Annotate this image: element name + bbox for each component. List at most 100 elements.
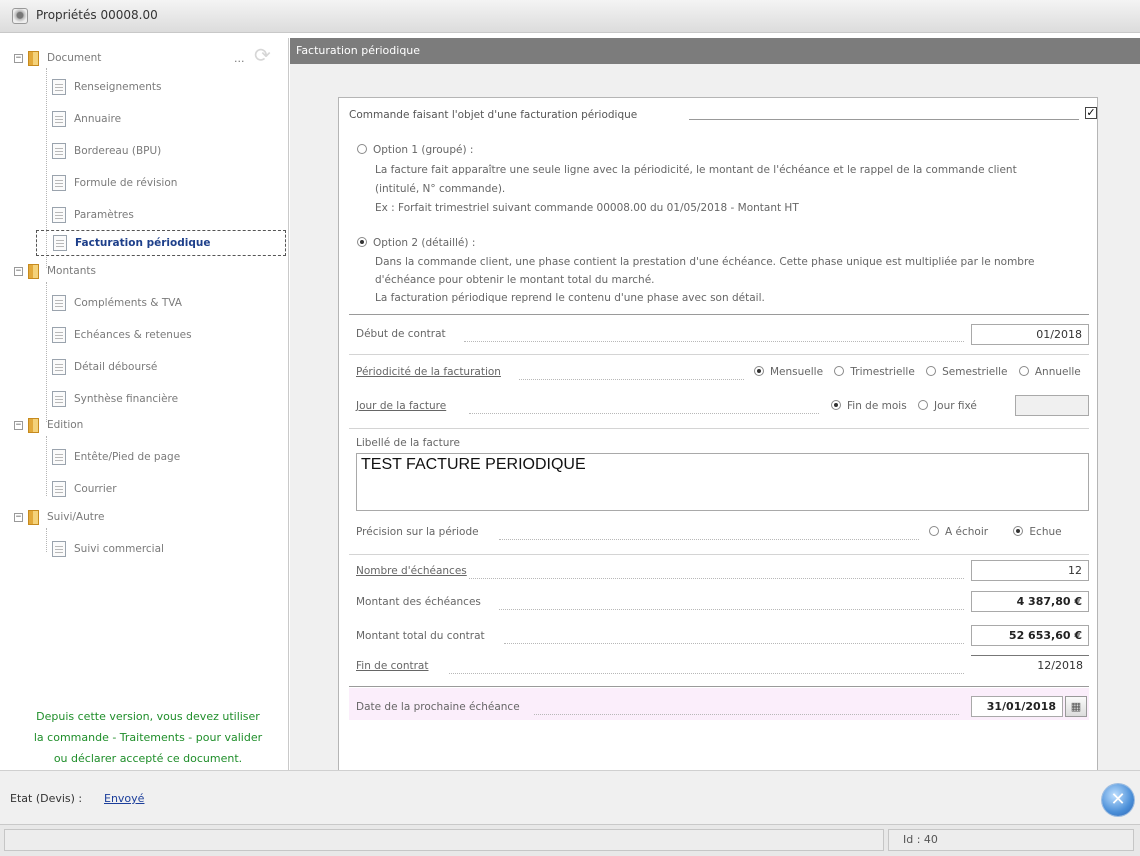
jour-fixe-radio[interactable]: Jour fixé: [918, 400, 977, 412]
nb-echeances-field[interactable]: 12: [971, 560, 1089, 581]
montant-echeances-label: Montant des échéances: [356, 596, 481, 608]
montant-echeances-field[interactable]: 4 387,80 €: [971, 591, 1089, 612]
option1-desc: La facture fait apparaître une seule lig…: [375, 164, 1017, 176]
option2-radio[interactable]: Option 2 (détaillé) :: [357, 237, 475, 249]
libelle-textarea[interactable]: TEST FACTURE PERIODIQUE: [356, 453, 1089, 511]
tree-item-courrier[interactable]: Courrier: [52, 478, 117, 500]
status-bar: Etat (Devis) : Envoyé: [0, 770, 1140, 825]
radio-label: Semestrielle: [942, 366, 1008, 378]
radio-label: A échoir: [945, 526, 989, 538]
periodicite-semestrielle-radio[interactable]: Semestrielle: [926, 366, 1008, 378]
version-notice: Depuis cette version, vous devez utilise…: [8, 706, 288, 769]
radio-label: Fin de mois: [847, 400, 907, 412]
tree-item-label: Bordereau (BPU): [74, 145, 162, 157]
tree-item-parametres[interactable]: Paramètres: [52, 204, 134, 226]
document-icon: [52, 295, 66, 311]
status-link[interactable]: Envoyé: [104, 792, 144, 805]
notice-line: la commande - Traitements - pour valider: [33, 731, 263, 744]
collapse-icon[interactable]: −: [14, 266, 23, 276]
option2-desc: La facturation périodique reprend le con…: [375, 292, 765, 304]
radio-label: Annuelle: [1034, 366, 1081, 378]
tree-item-detail-debourse[interactable]: Détail déboursé: [52, 356, 157, 378]
document-icon: [52, 541, 66, 557]
radio-icon: [831, 400, 841, 410]
tree-group-edition[interactable]: − Edition: [14, 414, 83, 436]
fin-contrat-label: Fin de contrat: [356, 660, 429, 672]
tree-group-label: Document: [47, 52, 102, 64]
debut-contrat-field[interactable]: 01/2018: [971, 324, 1089, 345]
libelle-label: Libellé de la facture: [356, 437, 460, 449]
fin-contrat-field: 12/2018: [971, 655, 1089, 676]
tree-item-complements-tva[interactable]: Compléments & TVA: [52, 292, 182, 314]
tree-item-label: Suivi commercial: [74, 543, 164, 555]
fin-de-mois-radio[interactable]: Fin de mois: [831, 400, 907, 412]
refresh-icon[interactable]: ⟳: [254, 44, 276, 66]
tree-item-label: Formule de révision: [74, 177, 178, 189]
divider: [349, 686, 1089, 687]
footer-cell: [4, 829, 884, 851]
tree-item-renseignements[interactable]: Renseignements: [52, 76, 162, 98]
leader-dots: [534, 714, 959, 715]
leader-dots: [464, 341, 964, 342]
section-header-title: Facturation périodique: [296, 44, 421, 57]
calendar-icon[interactable]: ▦: [1065, 696, 1087, 717]
tree-group-montants[interactable]: − Montants: [14, 260, 96, 282]
jour-fixe-field[interactable]: [1015, 395, 1089, 416]
divider: [349, 554, 1089, 555]
document-icon: [52, 481, 66, 497]
window-titlebar: Propriétés 00008.00: [0, 0, 1140, 33]
tree-item-echeances-retenues[interactable]: Echéances & retenues: [52, 324, 192, 346]
prochaine-echeance-field[interactable]: 31/01/2018: [971, 696, 1063, 717]
tree-group-label: Montants: [47, 265, 96, 277]
collapse-icon[interactable]: −: [14, 53, 23, 63]
document-icon: [52, 175, 66, 191]
document-icon: [52, 143, 66, 159]
option1-desc: (intitulé, N° commande).: [375, 183, 506, 195]
tree-group-suivi-autre[interactable]: − Suivi/Autre: [14, 506, 104, 528]
echue-radio[interactable]: Echue: [1013, 526, 1062, 538]
collapse-icon[interactable]: −: [14, 420, 23, 430]
collapse-icon[interactable]: −: [14, 512, 23, 522]
close-icon[interactable]: ✕: [1102, 784, 1134, 816]
precision-label: Précision sur la période: [356, 526, 479, 538]
tree-item-synthese-financiere[interactable]: Synthèse financière: [52, 388, 178, 410]
record-id: Id : 40: [888, 829, 1134, 851]
document-icon: [52, 111, 66, 127]
periodicite-annuelle-radio[interactable]: Annuelle: [1018, 366, 1081, 378]
radio-label: Trimestrielle: [850, 366, 915, 378]
tree-group-document[interactable]: − Document: [14, 47, 101, 69]
tree-item-entete-pied[interactable]: Entête/Pied de page: [52, 446, 180, 468]
tree-item-label: Facturation périodique: [75, 237, 211, 249]
document-icon: [52, 207, 66, 223]
notice-line: Depuis cette version, vous devez utilise…: [36, 710, 260, 723]
divider: [349, 314, 1089, 315]
option1-radio[interactable]: Option 1 (groupé) :: [357, 144, 473, 156]
window-title: Propriétés 00008.00: [36, 8, 158, 22]
jour-facture-options: Fin de mois Jour fixé: [831, 400, 977, 412]
radio-icon: [1013, 526, 1024, 536]
tree-item-label: Entête/Pied de page: [74, 451, 181, 463]
option2-label: Option 2 (détaillé) :: [373, 237, 476, 249]
radio-icon: [918, 400, 929, 410]
periodicite-trimestrielle-radio[interactable]: Trimestrielle: [834, 366, 915, 378]
tree-item-bordereau[interactable]: Bordereau (BPU): [52, 140, 161, 162]
tree-item-annuaire[interactable]: Annuaire: [52, 108, 121, 130]
periodic-billing-checkbox[interactable]: ✓: [1085, 107, 1097, 119]
document-icon: [52, 449, 66, 465]
a-echoir-radio[interactable]: A échoir: [929, 526, 988, 538]
app-icon: [12, 8, 28, 24]
more-button[interactable]: ...: [234, 52, 245, 65]
tree-item-suivi-commercial[interactable]: Suivi commercial: [52, 538, 164, 560]
tree-line: [46, 282, 47, 422]
periodicite-mensuelle-radio[interactable]: Mensuelle: [754, 366, 823, 378]
book-icon: [28, 509, 39, 525]
document-icon: [53, 235, 67, 251]
periodicite-options: Mensuelle Trimestrielle Semestrielle Ann…: [754, 366, 1081, 378]
tree-item-label: Annuaire: [74, 113, 122, 125]
tree-item-facturation-periodique[interactable]: Facturation périodique: [36, 230, 286, 256]
tree-item-label: Synthèse financière: [74, 393, 179, 405]
montant-total-label: Montant total du contrat: [356, 630, 485, 642]
document-icon: [52, 79, 66, 95]
tree-item-formule-revision[interactable]: Formule de révision: [52, 172, 177, 194]
radio-icon: [929, 526, 939, 536]
